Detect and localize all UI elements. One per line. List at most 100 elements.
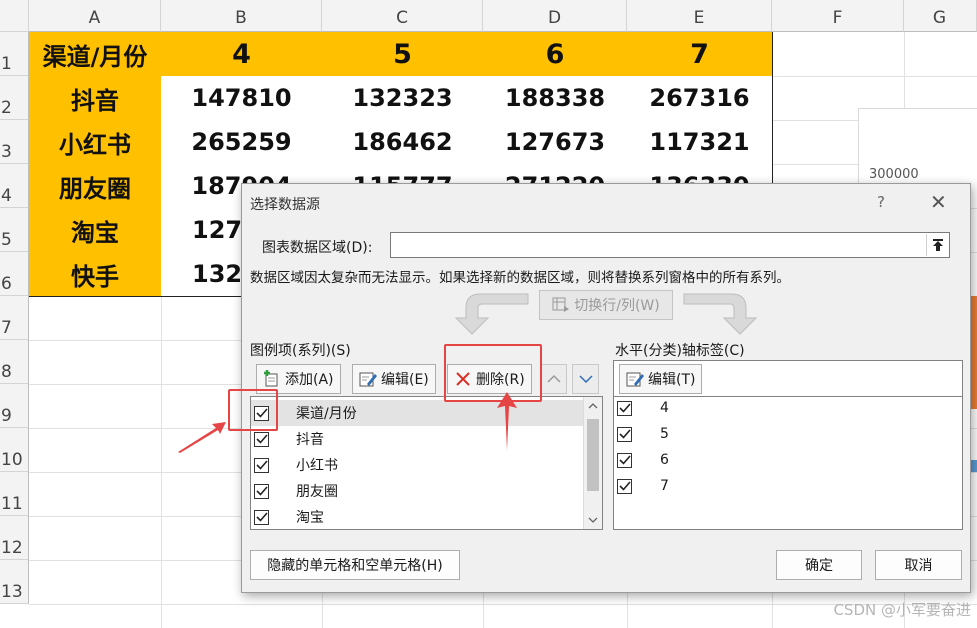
series-row-3[interactable]: 朋友圈: [251, 478, 584, 504]
series-list[interactable]: 渠道/月份 抖音 小红书 朋友圈 淘宝: [250, 396, 603, 530]
series-checkbox-4[interactable]: [254, 509, 269, 525]
axis-row-1[interactable]: 5: [616, 421, 916, 447]
axis-label-2: 6: [660, 452, 669, 468]
scroll-up-icon[interactable]: [588, 402, 598, 410]
edit-icon: [359, 372, 377, 387]
cell-b3[interactable]: 265259: [161, 120, 323, 165]
column-header-e[interactable]: E: [627, 0, 772, 32]
row-header-4[interactable]: 4: [0, 164, 29, 208]
chart-marker: [971, 460, 977, 472]
cell-b1[interactable]: 4: [161, 32, 323, 77]
row-header-11[interactable]: 11: [0, 472, 29, 516]
series-scrollbar[interactable]: [583, 397, 602, 529]
column-header-d[interactable]: D: [483, 0, 627, 32]
axis-checkbox-3[interactable]: [617, 478, 632, 494]
cell-a2[interactable]: 抖音: [29, 76, 162, 121]
chevron-down-icon: [578, 375, 593, 384]
series-row-0[interactable]: 渠道/月份: [251, 400, 584, 426]
scroll-thumb[interactable]: [587, 419, 599, 491]
column-header-a[interactable]: A: [29, 0, 161, 32]
axis-label-0: 4: [660, 400, 669, 416]
close-button[interactable]: ✕: [930, 190, 947, 214]
edit-series-button[interactable]: 编辑(E): [352, 364, 436, 394]
row-header-2[interactable]: 2: [0, 76, 29, 120]
right-curved-arrow-icon: [683, 293, 758, 335]
axis-label-3: 7: [660, 478, 669, 494]
cell-d2[interactable]: 188338: [483, 76, 628, 121]
row-header-7[interactable]: 7: [0, 296, 29, 340]
row-header-10[interactable]: 10: [0, 428, 29, 472]
move-up-button[interactable]: [540, 364, 567, 394]
cell-a4[interactable]: 朋友圈: [29, 164, 162, 209]
switch-icon: [552, 297, 570, 312]
watermark: CSDN @小军要奋进: [833, 601, 971, 619]
cell-e3[interactable]: 117321: [627, 120, 773, 165]
column-header-b[interactable]: B: [161, 0, 322, 32]
scroll-down-icon[interactable]: [588, 516, 598, 524]
edit-axis-button[interactable]: 编辑(T): [619, 364, 703, 394]
row-header-1[interactable]: 1: [0, 32, 29, 76]
cell-a3[interactable]: 小红书: [29, 120, 162, 165]
axis-label-1: 5: [660, 426, 669, 442]
cell-b2[interactable]: 147810: [161, 76, 323, 121]
delete-series-button[interactable]: 删除(R): [447, 364, 532, 394]
series-row-4[interactable]: 淘宝: [251, 504, 584, 529]
series-checkbox-3[interactable]: [254, 483, 269, 499]
hidden-empty-cells-button[interactable]: 隐藏的单元格和空单元格(H): [250, 550, 460, 580]
help-button[interactable]: ?: [877, 193, 885, 211]
axis-checkbox-1[interactable]: [617, 426, 632, 442]
axis-checkbox-2[interactable]: [617, 452, 632, 468]
row-header-6[interactable]: 6: [0, 252, 29, 296]
collapse-range-button[interactable]: [926, 234, 948, 256]
row-header-5[interactable]: 5: [0, 208, 29, 252]
row-header-9[interactable]: 9: [0, 384, 29, 428]
cell-c1[interactable]: 5: [322, 32, 484, 77]
series-row-1[interactable]: 抖音: [251, 426, 584, 452]
cell-e1[interactable]: 7: [627, 32, 773, 77]
check-icon: [255, 434, 268, 444]
delete-label: 删除(R): [476, 372, 525, 388]
move-down-button[interactable]: [572, 364, 599, 394]
cell-d1[interactable]: 6: [483, 32, 628, 77]
select-data-source-dialog: 选择数据源 ? ✕ 图表数据区域(D): 数据区域因太复杂而无法显示。如果选择新…: [241, 183, 971, 593]
switch-label: 切换行/列(W): [574, 298, 660, 314]
cell-a1[interactable]: 渠道/月份: [29, 32, 162, 77]
cancel-button[interactable]: 取消: [875, 550, 962, 580]
series-name-1: 抖音: [296, 432, 324, 448]
axis-section-title: 水平(分类)轴标签(C): [615, 343, 745, 359]
row-header-3[interactable]: 3: [0, 120, 29, 164]
switch-row-column-button[interactable]: 切换行/列(W): [539, 290, 673, 320]
left-curved-arrow-icon: [454, 293, 529, 335]
add-series-button[interactable]: 添加(A): [256, 364, 341, 394]
row-header-13[interactable]: 13: [0, 560, 29, 604]
chart-range-input[interactable]: [390, 232, 950, 258]
series-checkbox-0[interactable]: [254, 405, 269, 421]
axis-checkbox-0[interactable]: [617, 400, 632, 416]
info-text: 数据区域因太复杂而无法显示。如果选择新的数据区域，则将替换系列窗格中的所有系列。: [250, 270, 790, 286]
check-icon: [618, 481, 631, 491]
axis-row-0[interactable]: 4: [616, 395, 916, 421]
cell-d3[interactable]: 127673: [483, 120, 628, 165]
cell-c2[interactable]: 132323: [322, 76, 484, 121]
ok-button[interactable]: 确定: [776, 550, 862, 580]
legend-section-title: 图例项(系列)(S): [250, 343, 351, 359]
series-checkbox-1[interactable]: [254, 431, 269, 447]
axis-row-3[interactable]: 7: [616, 473, 916, 499]
row-header-12[interactable]: 12: [0, 516, 29, 560]
cell-e2[interactable]: 267316: [627, 76, 773, 121]
cell-a5[interactable]: 淘宝: [29, 208, 162, 253]
edit-label: 编辑(E): [381, 372, 429, 388]
cell-c3[interactable]: 186462: [322, 120, 484, 165]
series-checkbox-2[interactable]: [254, 457, 269, 473]
cell-a6[interactable]: 快手: [29, 252, 162, 297]
column-header-f[interactable]: F: [772, 0, 904, 32]
add-label: 添加(A): [285, 372, 334, 388]
row-header-8[interactable]: 8: [0, 340, 29, 384]
chart-axis-label: 300000: [869, 167, 919, 182]
chevron-up-icon: [546, 374, 561, 383]
select-all-corner[interactable]: [0, 0, 29, 32]
axis-row-2[interactable]: 6: [616, 447, 916, 473]
column-header-g[interactable]: G: [904, 0, 977, 32]
series-row-2[interactable]: 小红书: [251, 452, 584, 478]
column-header-c[interactable]: C: [322, 0, 483, 32]
